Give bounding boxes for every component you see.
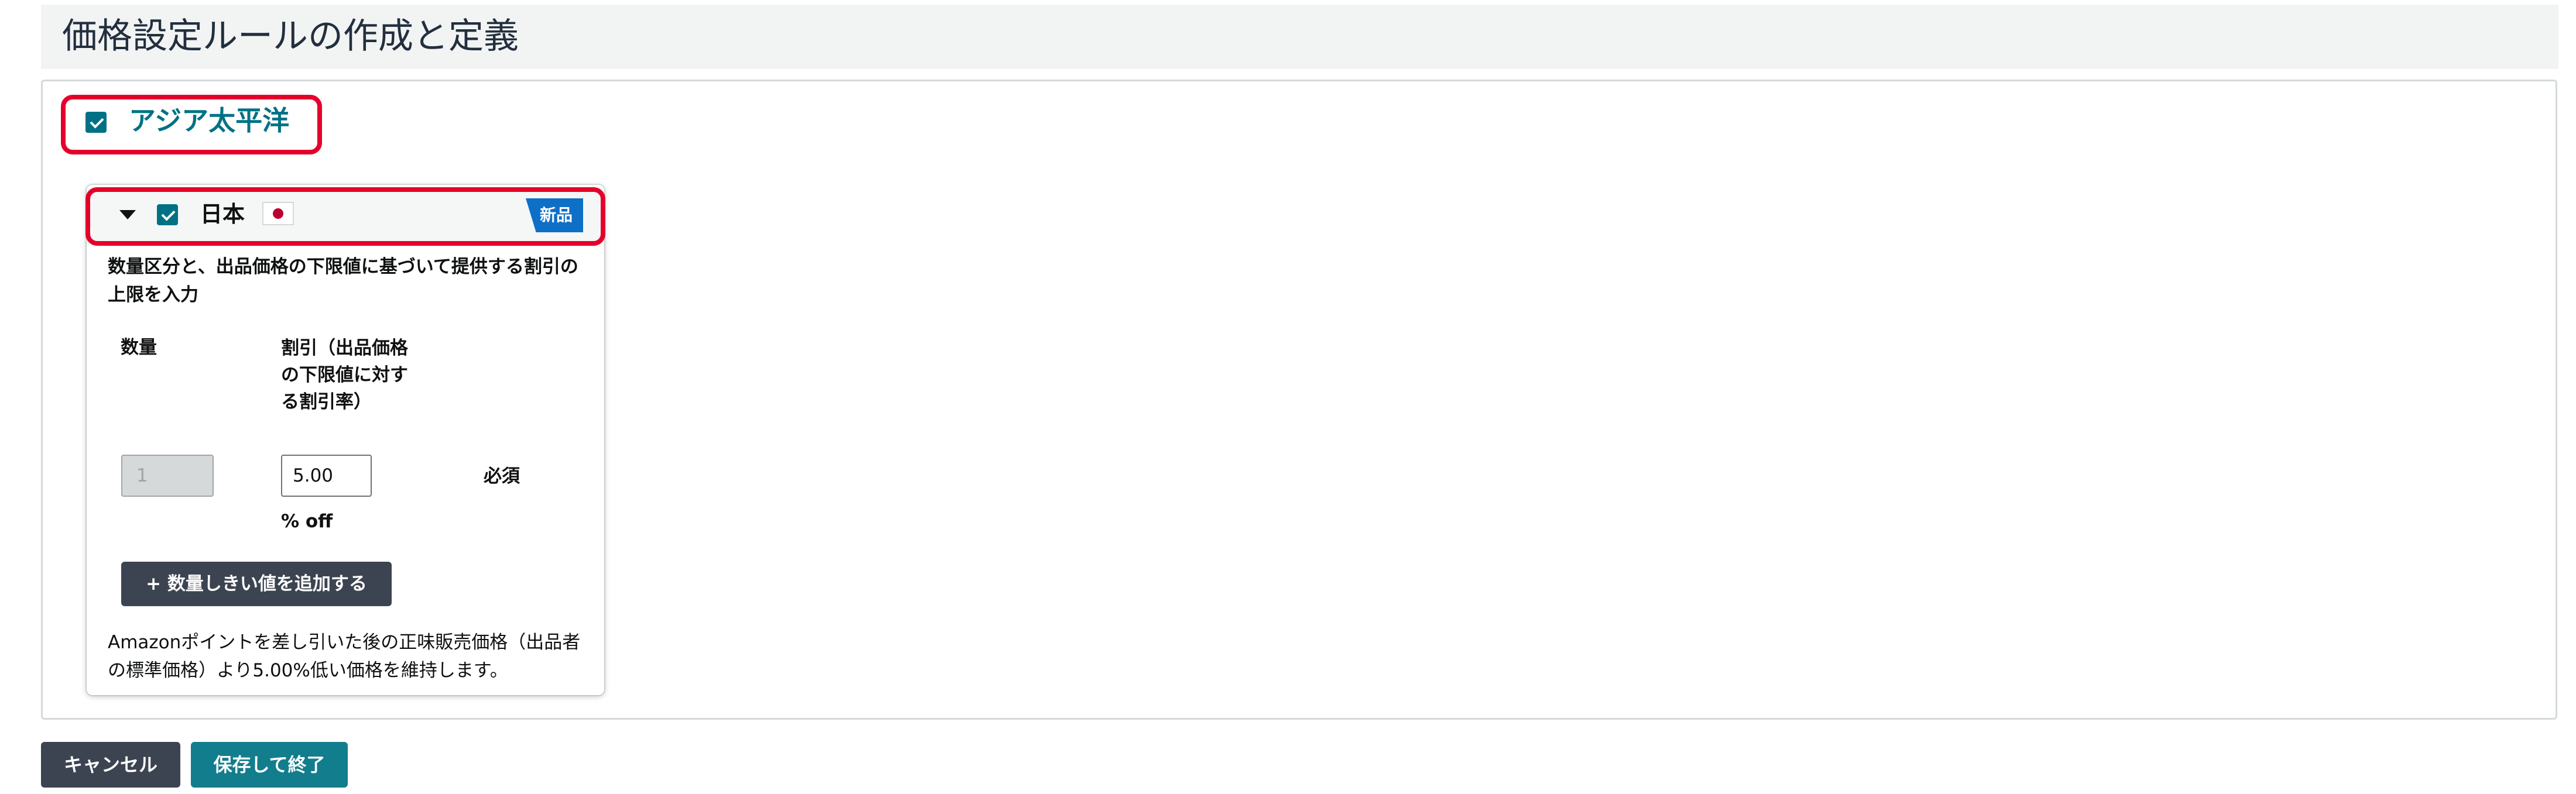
country-highlight-box: [85, 187, 605, 246]
quantity-column-header: 数量: [121, 337, 157, 358]
required-label: 必須: [484, 466, 520, 487]
cancel-button[interactable]: キャンセル: [41, 742, 180, 788]
quantity-input: [121, 455, 214, 497]
save-and-finish-button[interactable]: 保存して終了: [191, 742, 348, 788]
percent-off-label: % off: [281, 511, 333, 532]
price-summary-note: Amazonポイントを差し引いた後の正味販売価格（出品者の標準価格）より5.00…: [108, 632, 581, 681]
page-title: 価格設定ルールの作成と定義: [62, 16, 519, 57]
discount-input[interactable]: [281, 455, 372, 497]
add-quantity-threshold-button[interactable]: + 数量しきい値を追加する: [121, 562, 392, 606]
discount-column-header: 割引（出品価格の下限値に対する割引率）: [281, 338, 408, 413]
region-highlight-box: [61, 95, 322, 154]
discount-instructions: 数量区分と、出品価格の下限値に基づいて提供する割引の上限を入力: [108, 256, 578, 305]
